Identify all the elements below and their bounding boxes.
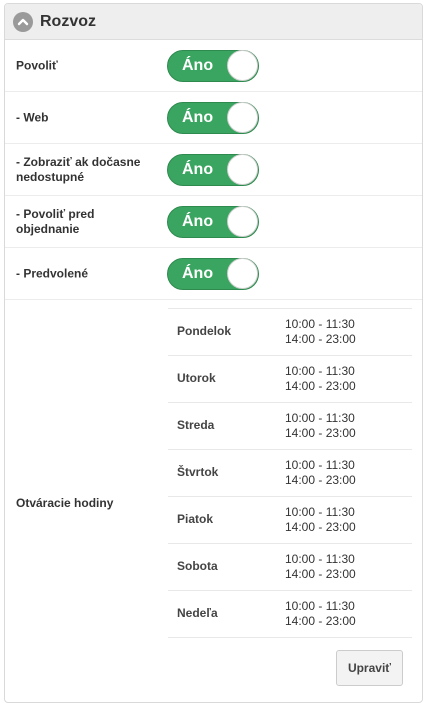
day-name: Pondelok [177, 324, 232, 338]
toggle-state-label: Áno [182, 56, 214, 74]
hours-row: Nedeľa 10:00 - 11:30 14:00 - 23:00 [168, 590, 412, 638]
time-slots: 10:00 - 11:30 14:00 - 23:00 [285, 364, 356, 394]
hours-row: Sobota 10:00 - 11:30 14:00 - 23:00 [168, 543, 412, 590]
time-slot: 14:00 - 23:00 [285, 614, 356, 628]
setting-row-enable: Povoliť Áno [5, 40, 422, 92]
toggle-knob [227, 50, 258, 81]
setting-label: Povoliť [16, 58, 58, 72]
time-slot: 14:00 - 23:00 [285, 426, 356, 440]
toggle-knob [227, 102, 258, 133]
opening-hours-section: Otváracie hodiny Pondelok 10:00 - 11:30 … [5, 300, 422, 700]
day-name: Nedeľa [177, 606, 218, 620]
toggle-state-label: Áno [182, 108, 214, 126]
enable-toggle[interactable]: Áno [167, 49, 259, 82]
panel-header: Rozvoz [5, 4, 422, 40]
time-slot: 14:00 - 23:00 [285, 520, 356, 534]
time-slot: 14:00 - 23:00 [285, 473, 356, 487]
time-slots: 10:00 - 11:30 14:00 - 23:00 [285, 552, 356, 582]
time-slot: 10:00 - 11:30 [285, 458, 355, 472]
time-slots: 10:00 - 11:30 14:00 - 23:00 [285, 411, 356, 441]
toggle-state-label: Áno [182, 264, 214, 282]
hours-row: Streda 10:00 - 11:30 14:00 - 23:00 [168, 402, 412, 449]
time-slot: 10:00 - 11:30 [285, 505, 355, 519]
hours-row: Pondelok 10:00 - 11:30 14:00 - 23:00 [168, 308, 412, 355]
time-slot: 10:00 - 11:30 [285, 599, 355, 613]
toggle-knob [227, 206, 258, 237]
day-name: Utorok [177, 371, 216, 385]
toggle-state-label: Áno [182, 212, 214, 230]
web-toggle[interactable]: Áno [167, 101, 259, 134]
hours-row: Piatok 10:00 - 11:30 14:00 - 23:00 [168, 496, 412, 543]
collapse-button[interactable] [13, 11, 33, 32]
preorder-toggle[interactable]: Áno [167, 205, 259, 238]
toggle-knob [227, 154, 258, 185]
delivery-panel: Rozvoz Povoliť Áno - Web Áno - Zobraziť … [4, 3, 423, 703]
setting-label: - Web [16, 110, 49, 124]
default-toggle[interactable]: Áno [167, 257, 259, 290]
time-slots: 10:00 - 11:30 14:00 - 23:00 [285, 599, 356, 629]
toggle-state-label: Áno [182, 160, 214, 178]
panel-title: Rozvoz [40, 12, 96, 30]
edit-button[interactable]: Upraviť [336, 650, 403, 686]
day-name: Sobota [177, 559, 218, 573]
chevron-up-icon [17, 18, 29, 25]
day-name: Štvrtok [177, 465, 219, 479]
time-slot: 14:00 - 23:00 [285, 567, 356, 581]
setting-row-preorder: - Povoliť pred objednanie Áno [5, 196, 422, 248]
setting-label: - Predvolené [16, 266, 89, 280]
setting-label: - Zobraziť ak dočasne nedostupné [16, 154, 141, 184]
setting-label: - Povoliť pred objednanie [16, 206, 95, 236]
time-slot: 14:00 - 23:00 [285, 332, 356, 346]
show-unavailable-toggle[interactable]: Áno [167, 153, 259, 186]
toggle-knob [227, 258, 258, 289]
opening-hours-label: Otváracie hodiny [16, 496, 114, 510]
time-slots: 10:00 - 11:30 14:00 - 23:00 [285, 458, 356, 488]
hours-row: Utorok 10:00 - 11:30 14:00 - 23:00 [168, 355, 412, 402]
time-slots: 10:00 - 11:30 14:00 - 23:00 [285, 505, 356, 535]
time-slot: 10:00 - 11:30 [285, 364, 355, 378]
day-name: Streda [177, 418, 215, 432]
time-slot: 14:00 - 23:00 [285, 379, 356, 393]
time-slot: 10:00 - 11:30 [285, 317, 355, 331]
day-name: Piatok [177, 512, 214, 526]
setting-row-web: - Web Áno [5, 92, 422, 144]
setting-row-show-unavailable: - Zobraziť ak dočasne nedostupné Áno [5, 144, 422, 196]
time-slot: 10:00 - 11:30 [285, 552, 355, 566]
hours-row: Štvrtok 10:00 - 11:30 14:00 - 23:00 [168, 449, 412, 496]
setting-row-default: - Predvolené Áno [5, 248, 422, 300]
opening-hours-table: Pondelok 10:00 - 11:30 14:00 - 23:00 Uto… [168, 308, 412, 638]
time-slot: 10:00 - 11:30 [285, 411, 355, 425]
time-slots: 10:00 - 11:30 14:00 - 23:00 [285, 317, 356, 347]
